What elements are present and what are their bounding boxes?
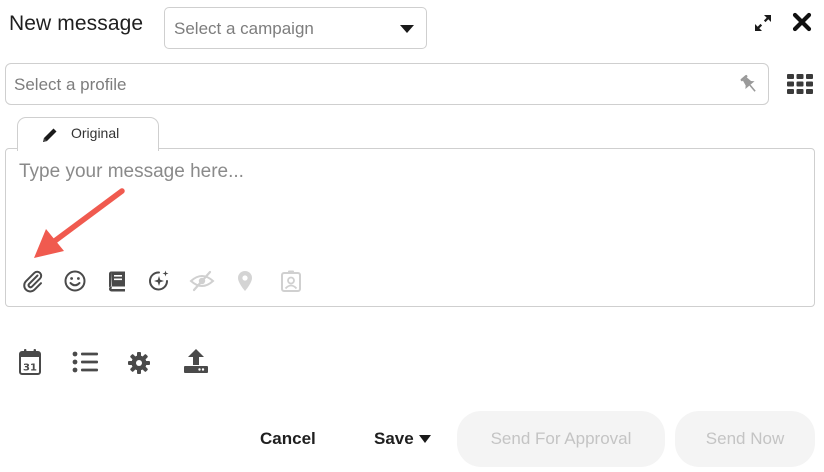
eye-slash-icon [189,270,215,292]
upload-button[interactable] [182,347,210,375]
settings-button[interactable] [125,349,153,377]
preview-toggle-button[interactable] [188,268,216,294]
campaign-select-placeholder: Select a campaign [174,19,314,38]
send-now-button[interactable]: Send Now [675,411,815,467]
close-button[interactable] [790,10,814,34]
profile-select-placeholder: Select a profile [14,75,127,94]
close-icon [792,12,812,32]
upload-icon [184,349,208,373]
paperclip-icon [23,270,43,293]
save-button[interactable]: Save [374,429,432,449]
gear-icon [128,352,150,374]
caret-down-icon [418,435,431,443]
expand-button[interactable] [752,12,774,34]
list-button[interactable] [70,348,100,376]
save-button-label: Save [374,429,414,448]
pin-icon [740,74,756,92]
tab-original-label: Original [71,125,120,141]
send-for-approval-button[interactable]: Send For Approval [457,411,665,467]
library-button[interactable] [104,268,130,294]
grid-icon [787,74,813,94]
chevron-down-icon [400,25,414,33]
emoji-button[interactable] [62,268,88,294]
ai-assist-button[interactable] [146,268,172,294]
map-pin-icon [238,271,252,291]
mention-contact-button[interactable] [278,268,304,294]
pencil-icon [43,128,57,142]
list-icon [72,351,98,373]
campaign-select[interactable]: Select a campaign [164,7,427,49]
annotation-arrow-icon [34,188,125,258]
pin-button[interactable] [737,72,761,96]
smiley-icon [64,270,86,292]
page-title: New message [9,12,144,35]
attach-button[interactable] [20,268,46,294]
grid-view-button[interactable] [786,70,814,98]
calendar-day: 31 [23,363,37,374]
sparkle-icon [149,270,169,291]
calendar-icon: 31 [19,349,41,375]
tab-original[interactable]: Original [17,117,159,151]
cancel-button[interactable]: Cancel [260,429,316,449]
message-input-placeholder: Type your message here... [19,161,244,182]
profile-select[interactable]: Select a profile [5,63,769,105]
expand-icon [755,15,771,31]
location-button[interactable] [232,268,258,294]
schedule-button[interactable]: 31 [16,347,44,377]
book-icon [108,271,125,292]
contact-card-icon [281,270,301,292]
